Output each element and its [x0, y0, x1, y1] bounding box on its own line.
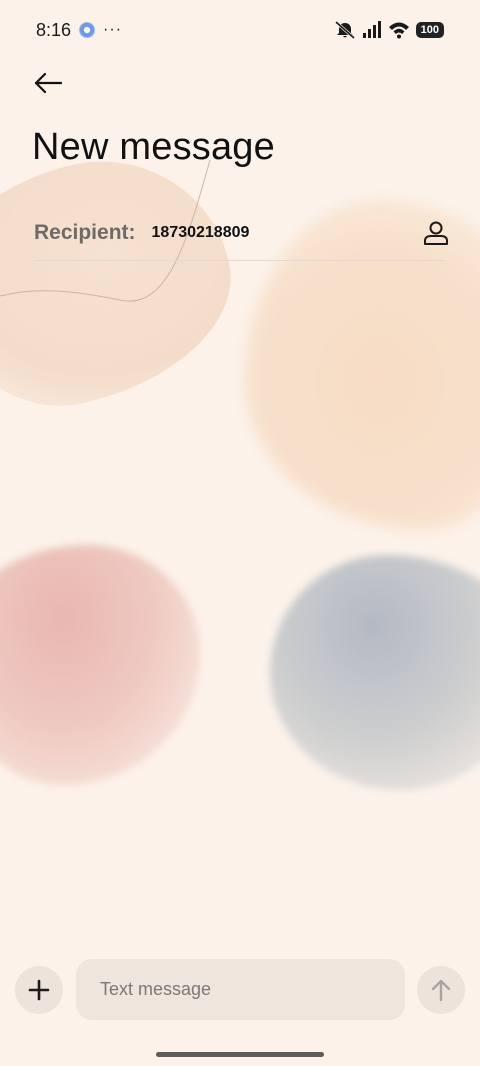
- status-left: 8:16 ···: [36, 20, 122, 41]
- send-arrow-icon: [431, 979, 451, 1002]
- mute-icon: [334, 20, 355, 40]
- status-time: 8:16: [36, 19, 72, 40]
- decorative-blob-red: [0, 545, 200, 785]
- wifi-icon: [388, 22, 409, 39]
- message-input[interactable]: [76, 959, 405, 1020]
- contact-person-icon: [424, 221, 448, 245]
- recipient-label: Recipient:: [34, 220, 136, 244]
- back-arrow-icon: [34, 72, 63, 94]
- add-attachment-button[interactable]: [15, 966, 63, 1014]
- back-button[interactable]: [30, 66, 66, 100]
- recipient-row: Recipient: 18730218809: [34, 205, 448, 261]
- home-indicator[interactable]: [156, 1052, 324, 1057]
- send-button[interactable]: [417, 966, 465, 1014]
- battery-icon: 100: [415, 22, 444, 38]
- status-right: 100: [334, 20, 444, 40]
- contact-picker-button[interactable]: [418, 215, 454, 251]
- message-composer: [0, 958, 480, 1022]
- more-notifications-indicator: ···: [103, 21, 123, 38]
- decorative-blob-blue: [270, 555, 480, 790]
- signal-icon: [362, 21, 381, 38]
- page-title: New message: [32, 126, 275, 168]
- recipient-field[interactable]: 18730218809: [152, 224, 418, 242]
- app-notification-icon: [79, 22, 96, 38]
- plus-icon: [28, 979, 50, 1001]
- status-bar: 8:16 ··· 100: [0, 0, 480, 60]
